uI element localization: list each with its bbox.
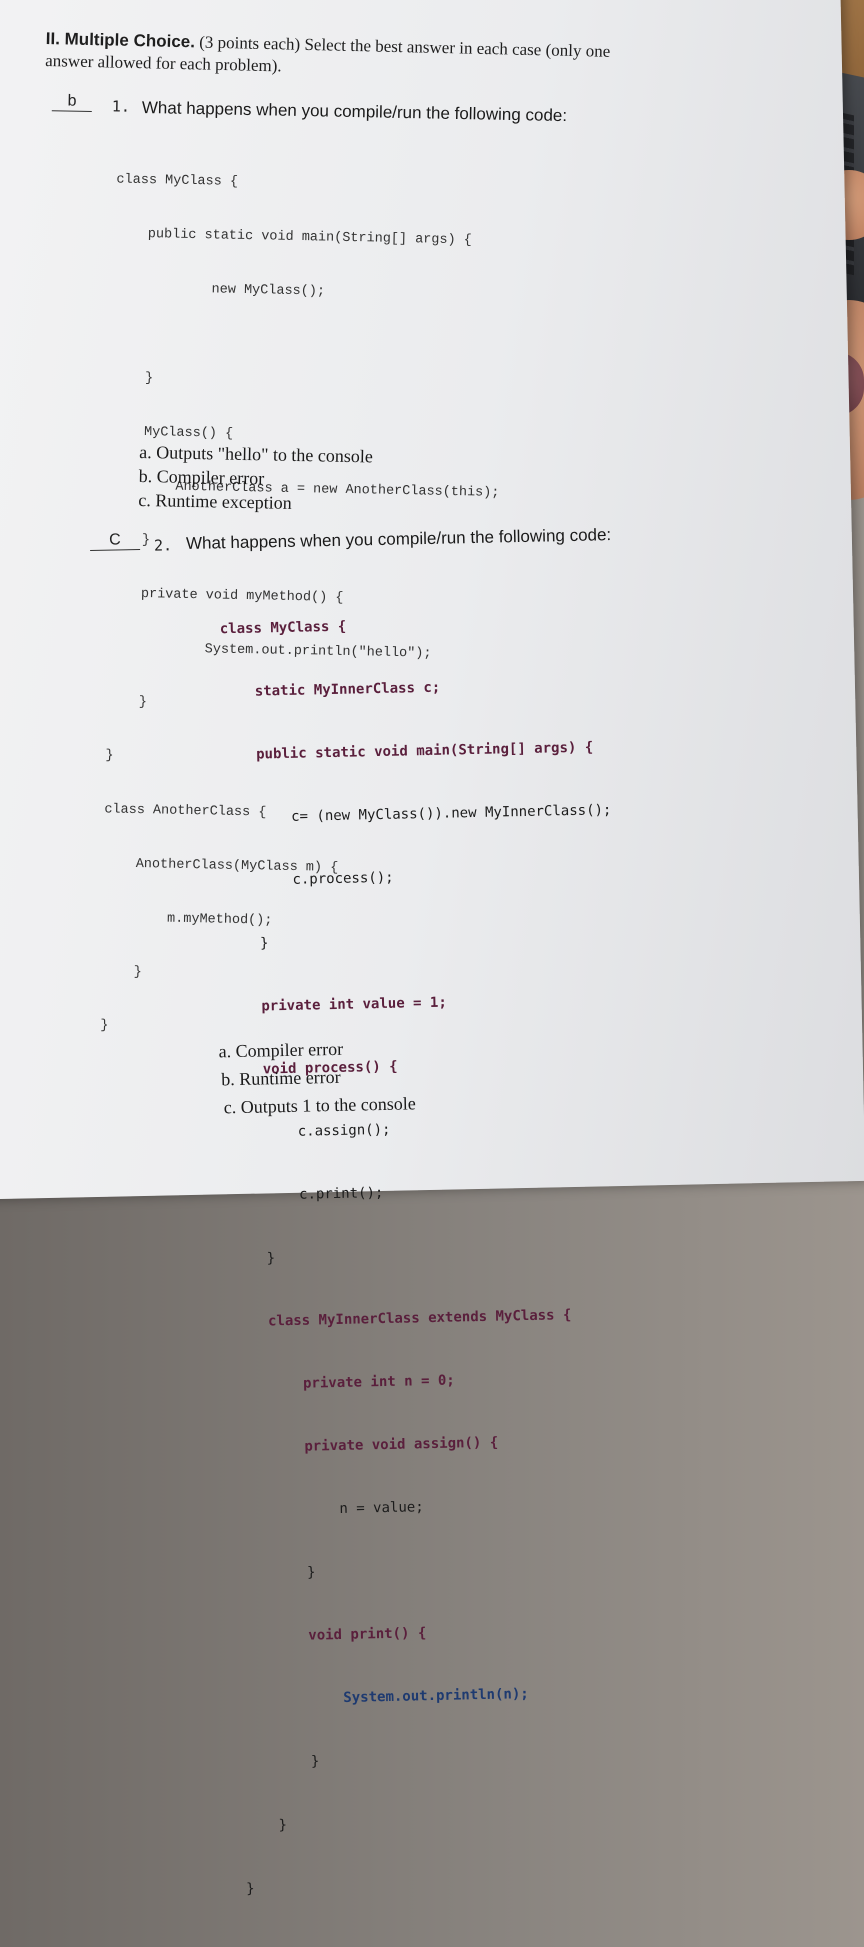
code-line: System.out.println(n); xyxy=(242,1682,630,1711)
question-2-option-c: c. Outputs 1 to the console xyxy=(224,1093,416,1118)
question-2-number: 2. xyxy=(153,536,173,555)
code-line: class MyClass { xyxy=(219,618,347,638)
code-line: } xyxy=(244,1817,288,1835)
page-content: II. Multiple Choice. (3 points each) Sel… xyxy=(0,0,864,1897)
option-text: Compiler error xyxy=(235,1038,344,1062)
question-2-text: What happens when you compile/run the fo… xyxy=(185,525,612,553)
option-letter: b. xyxy=(221,1069,235,1090)
answer-2: C xyxy=(108,531,121,549)
code-line: private int n = 0; xyxy=(235,1372,455,1394)
code-line: class MyInnerClass extends MyClass { xyxy=(234,1307,572,1331)
answer-blank-2: C xyxy=(89,530,141,551)
code-line: class MyClass { xyxy=(220,611,608,640)
code-line: public static void main(String[] args) { xyxy=(222,739,594,764)
option-text: Runtime error xyxy=(239,1066,341,1089)
code-line: private int value = 1; xyxy=(228,989,616,1018)
question-2-code: class MyClass { static MyInnerClass c; p… xyxy=(219,569,635,1942)
code-line: private int value = 1; xyxy=(227,994,447,1016)
code-line: } xyxy=(226,935,269,953)
question-2-option-b: b. Runtime error xyxy=(221,1067,341,1090)
option-letter: c. xyxy=(223,1097,237,1118)
code-line: static MyInnerClass c; xyxy=(220,679,441,701)
code-line: c.process(); xyxy=(224,869,394,890)
code-line: private void assign() { xyxy=(237,1430,625,1459)
code-line: } xyxy=(239,1564,316,1583)
question-2: C 2. What happens when you compile/run t… xyxy=(0,0,864,1897)
code-line: void print() { xyxy=(241,1619,629,1648)
option-text: Outputs 1 to the console xyxy=(240,1093,416,1117)
code-line: c= (new MyClass()).new MyInnerClass(); xyxy=(223,802,612,827)
code-line: } xyxy=(232,1250,276,1268)
code-line: void print() { xyxy=(240,1625,427,1646)
code-line: System.out.println(n); xyxy=(242,1686,529,1709)
code-line: c.print(); xyxy=(231,1185,384,1205)
question-2-option-a: a. Compiler error xyxy=(218,1039,343,1063)
option-letter: a. xyxy=(218,1041,232,1062)
code-line: private int n = 0; xyxy=(235,1367,623,1396)
code-line: class MyInnerClass extends MyClass { xyxy=(234,1304,622,1333)
code-line: public static void main(String[] args) { xyxy=(222,737,610,766)
code-line: private void assign() { xyxy=(236,1434,499,1457)
code-line: } xyxy=(243,1753,320,1772)
code-line: static MyInnerClass c; xyxy=(221,674,609,703)
code-line: c.assign(); xyxy=(230,1121,391,1142)
code-line: } xyxy=(246,1880,255,1898)
code-line: n = value; xyxy=(238,1499,424,1520)
